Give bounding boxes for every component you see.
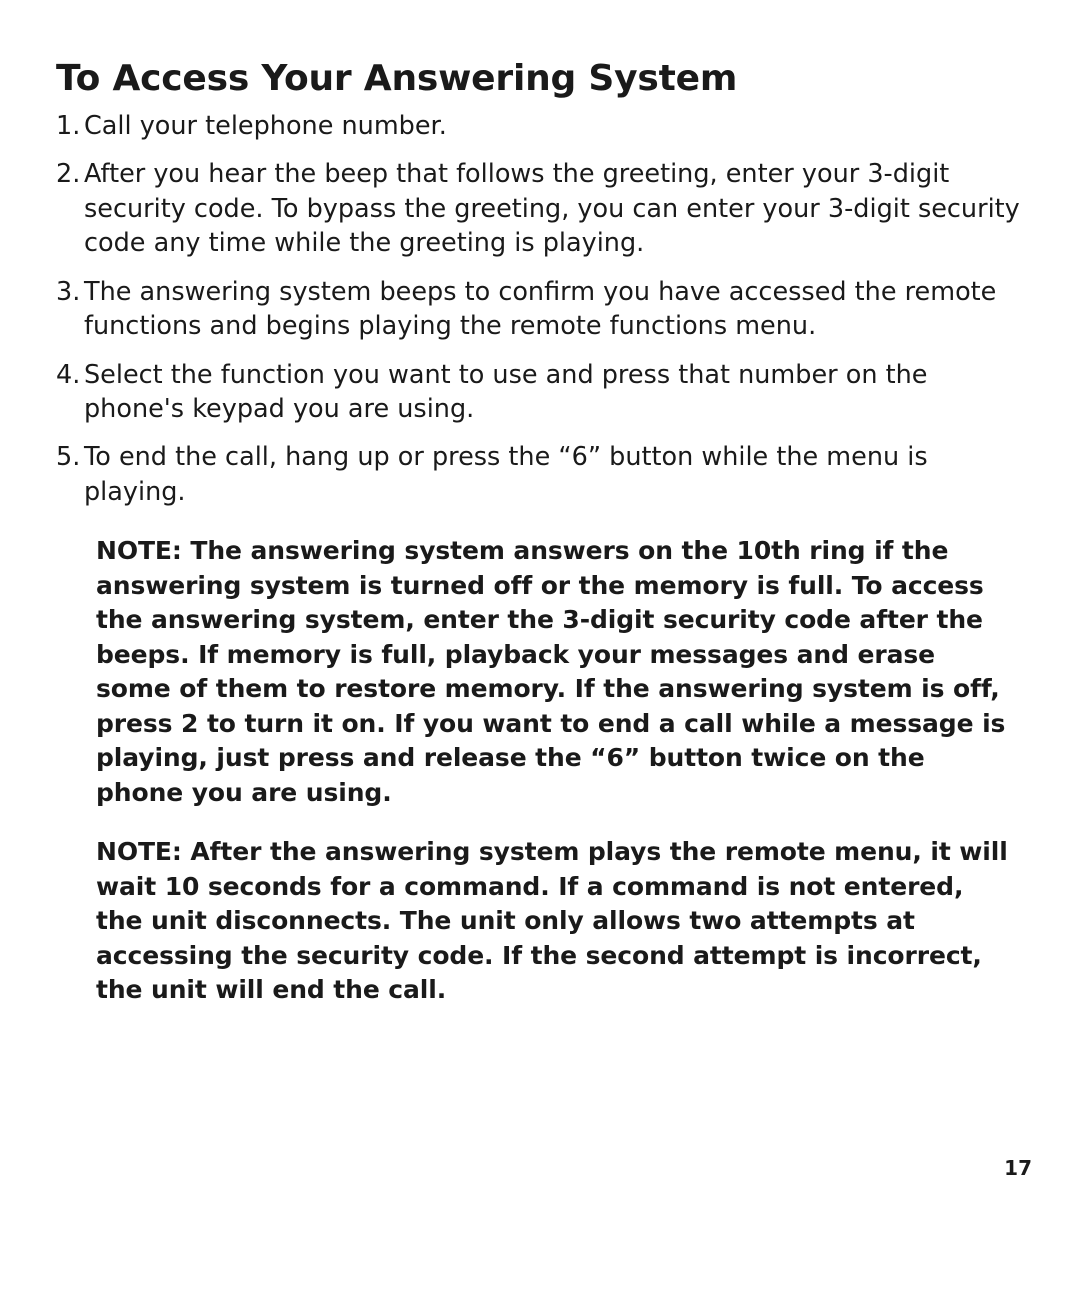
note-text: NOTE: After the answering system plays t… [96,835,1014,1008]
step-item: 5. To end the call, hang up or press the… [56,440,1024,509]
note-text: NOTE: The answering system answers on th… [96,534,1014,810]
step-item: 1. Call your telephone number. [56,109,1024,143]
step-text: After you hear the beep that follows the… [84,159,1020,258]
page-number: 17 [1004,1156,1032,1180]
step-text: The answering system beeps to confirm yo… [84,277,996,341]
step-number: 4. [56,358,80,392]
manual-page: To Access Your Answering System 1. Call … [0,0,1080,1008]
step-text: To end the call, hang up or press the “6… [84,442,928,506]
steps-list: 1. Call your telephone number. 2. After … [56,109,1024,509]
notes-block: NOTE: The answering system answers on th… [56,534,1024,1008]
step-number: 5. [56,440,80,474]
step-number: 1. [56,109,80,143]
step-item: 3. The answering system beeps to confirm… [56,275,1024,344]
step-text: Call your telephone number. [84,111,447,141]
step-number: 3. [56,275,80,309]
step-item: 2. After you hear the beep that follows … [56,157,1024,260]
section-heading: To Access Your Answering System [56,58,1024,99]
step-item: 4. Select the function you want to use a… [56,358,1024,427]
step-number: 2. [56,157,80,191]
step-text: Select the function you want to use and … [84,360,927,424]
